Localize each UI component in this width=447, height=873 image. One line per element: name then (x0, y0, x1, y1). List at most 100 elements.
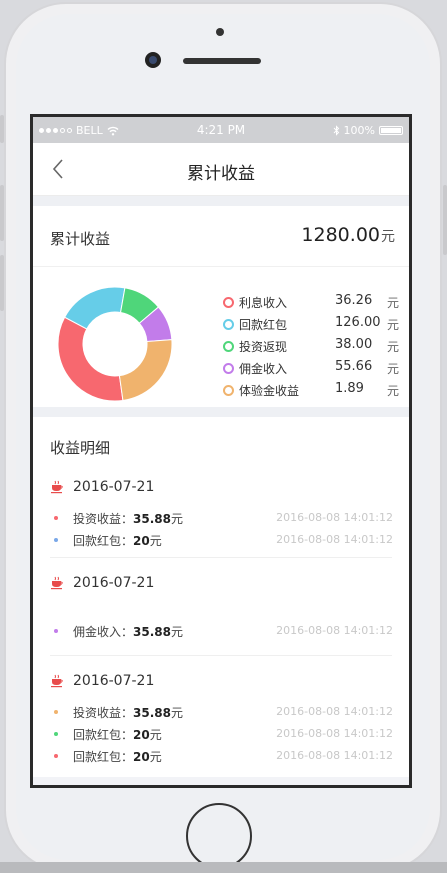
record-unit: 元 (149, 728, 162, 742)
record-text: 投资收益：35.88元 (73, 704, 183, 721)
legend-value: 38.00 (335, 337, 373, 352)
total-earnings-summary: 累计收益 1280.00元 (33, 206, 409, 267)
total-earnings-value: 1280.00元 (301, 224, 395, 246)
record-unit: 元 (170, 625, 183, 639)
legend-marker-icon (223, 363, 234, 374)
nav-bar: 累计收益 (33, 143, 409, 196)
record-amount: 35.88 (133, 625, 171, 639)
record-label: 投资收益： (73, 512, 134, 526)
donut-slice-1 (57, 316, 124, 402)
record-dot-icon (54, 710, 58, 714)
record-unit: 元 (149, 534, 162, 548)
donut-slice-5 (118, 339, 173, 402)
record-time: 2016-08-08 14:01:12 (276, 533, 393, 546)
earning-record[interactable]: 回款红包：20元 2016-08-08 14:01:12 (33, 531, 409, 551)
group-date: 2016-07-21 (73, 479, 155, 495)
legend-label: 利息收入 (239, 296, 288, 310)
record-amount: 20 (133, 728, 150, 742)
total-earnings-amount: 1280.00 (301, 224, 380, 246)
record-text: 投资收益：35.88元 (73, 510, 183, 527)
record-label: 投资收益： (73, 706, 134, 720)
power-button (443, 185, 447, 255)
earning-record[interactable]: 投资收益：35.88元 2016-08-08 14:01:12 (33, 509, 409, 529)
legend-marker-icon (223, 319, 234, 330)
legend-item: 投资返现 38.00 元 (219, 336, 399, 358)
record-amount: 35.88 (133, 512, 171, 526)
legend-marker-icon (223, 385, 234, 396)
front-sensor (216, 28, 224, 36)
record-text: 回款红包：20元 (73, 748, 162, 765)
legend-item: 佣金收入 55.66 元 (219, 358, 399, 380)
earpiece-speaker (183, 58, 261, 64)
earning-record[interactable]: 回款红包：20元 2016-08-08 14:01:12 (33, 725, 409, 745)
status-bar: BELL 4:21 PM 100% (33, 117, 409, 143)
legend-item: 利息收入 36.26 元 (219, 292, 399, 314)
record-label: 佣金收入： (73, 625, 134, 639)
legend-label: 投资返现 (239, 340, 288, 354)
earning-record[interactable]: 投资收益：35.88元 2016-08-08 14:01:12 (33, 703, 409, 723)
record-amount: 35.88 (133, 706, 171, 720)
volume-down-button (0, 255, 4, 311)
legend-unit: 元 (386, 362, 399, 376)
group-divider (50, 655, 392, 656)
record-amount: 20 (133, 534, 150, 548)
front-camera (145, 52, 161, 68)
record-text: 佣金收入：35.88元 (73, 623, 183, 640)
app-screen: BELL 4:21 PM 100% 累计收益 累计收益 1280.00元 利息收… (30, 114, 412, 788)
record-text: 回款红包：20元 (73, 726, 162, 743)
record-dot-icon (54, 629, 58, 633)
page-title: 累计收益 (187, 164, 255, 184)
legend-value: 36.26 (335, 293, 373, 308)
group-date: 2016-07-21 (73, 673, 155, 689)
earnings-detail-title: 收益明细 (50, 439, 111, 457)
cup-icon (51, 480, 63, 494)
earnings-detail-section: 收益明细 2016-07-21 投资收益：35.88元 2016-08-08 1… (33, 417, 409, 777)
record-time: 2016-08-08 14:01:12 (276, 705, 393, 718)
section-gap (33, 196, 409, 206)
home-button[interactable] (186, 803, 252, 869)
record-unit: 元 (170, 706, 183, 720)
record-label: 回款红包： (73, 728, 134, 742)
record-time: 2016-08-08 14:01:12 (276, 727, 393, 740)
group-divider (50, 557, 392, 558)
legend-unit: 元 (386, 318, 399, 332)
group-date: 2016-07-21 (73, 575, 155, 591)
record-dot-icon (54, 516, 58, 520)
chart-legend: 利息收入 36.26 元 回款红包 126.00 元 投资返现 38.00 元 … (219, 292, 399, 402)
earning-record[interactable]: 佣金收入：35.88元 2016-08-08 14:01:12 (33, 622, 409, 642)
legend-value: 126.00 (335, 315, 381, 330)
record-unit: 元 (170, 512, 183, 526)
total-earnings-label: 累计收益 (50, 230, 111, 248)
donut-chart (57, 286, 173, 402)
legend-marker-icon (223, 341, 234, 352)
status-right: 100% (333, 124, 403, 137)
battery-icon (379, 126, 403, 135)
legend-value: 1.89 (335, 381, 364, 396)
record-time: 2016-08-08 14:01:12 (276, 624, 393, 637)
legend-marker-icon (223, 297, 234, 308)
battery-percent: 100% (343, 124, 375, 137)
record-time: 2016-08-08 14:01:12 (276, 511, 393, 524)
earning-record[interactable]: 回款红包：20元 2016-08-08 14:01:12 (33, 747, 409, 767)
legend-item: 体验金收益 1.89 元 (219, 380, 399, 402)
legend-unit: 元 (386, 340, 399, 354)
cup-icon (51, 674, 63, 688)
earnings-breakdown-chart: 利息收入 36.26 元 回款红包 126.00 元 投资返现 38.00 元 … (33, 267, 409, 407)
record-dot-icon (54, 754, 58, 758)
legend-label: 回款红包 (239, 318, 288, 332)
section-gap (33, 407, 409, 417)
volume-up-button (0, 185, 4, 241)
record-dot-icon (54, 538, 58, 542)
legend-unit: 元 (386, 296, 399, 310)
legend-unit: 元 (386, 384, 399, 398)
record-dot-icon (54, 732, 58, 736)
bluetooth-icon (333, 125, 339, 136)
cup-icon (51, 576, 63, 590)
legend-value: 55.66 (335, 359, 373, 374)
mute-switch (0, 115, 4, 143)
record-label: 回款红包： (73, 534, 134, 548)
total-earnings-unit: 元 (381, 229, 395, 245)
record-text: 回款红包：20元 (73, 532, 162, 549)
record-label: 回款红包： (73, 750, 134, 764)
bottom-edge (0, 862, 447, 873)
